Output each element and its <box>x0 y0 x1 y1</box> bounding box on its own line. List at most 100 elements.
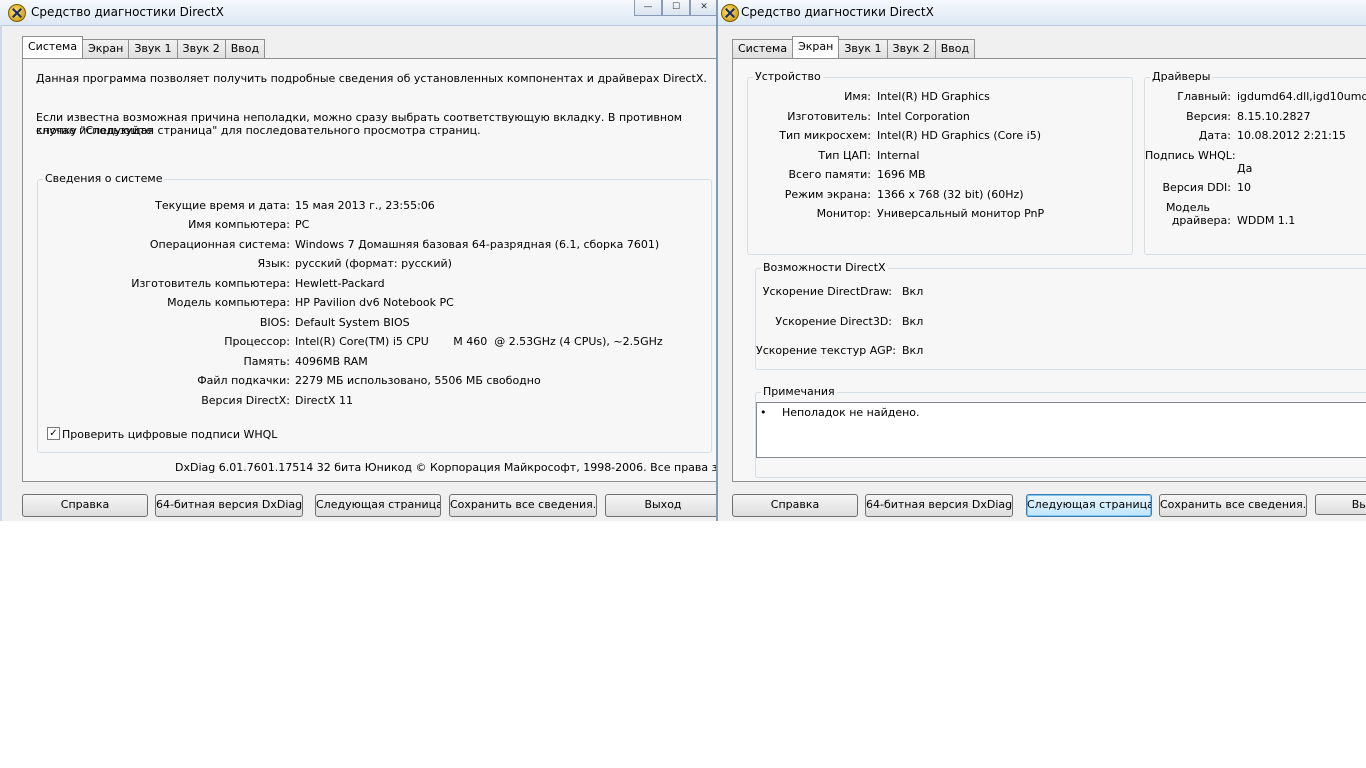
tab-system[interactable]: Система <box>732 39 794 58</box>
group-title: Устройство <box>753 70 823 83</box>
dxdiag-window-right: Средство диагностики DirectX Система Экр… <box>717 0 1366 521</box>
info-label: Версия DirectX: <box>201 394 290 407</box>
device-label: Режим экрана: <box>784 188 871 201</box>
directx-icon <box>721 4 739 22</box>
feature-label: Ускорение Direct3D: <box>775 315 892 328</box>
group-title: Сведения о системе <box>43 172 165 185</box>
64bit-dxdiag-button[interactable]: 64-битная версия DxDiag <box>155 494 303 517</box>
info-label: BIOS: <box>259 316 290 329</box>
driver-label: драйвера: <box>1171 214 1231 227</box>
driver-label: Главный: <box>1177 90 1231 103</box>
info-label: Текущие время и дата: <box>155 199 290 212</box>
tab-sound-2[interactable]: Звук 2 <box>886 39 936 58</box>
driver-value: WDDM 1.1 <box>1237 214 1296 227</box>
driver-label: Подпись WHQL: <box>1145 149 1236 162</box>
dxdiag-window-left: Средство диагностики DirectX — ☐ ✕ Систе… <box>0 0 717 521</box>
device-value: 1696 MB <box>877 168 926 181</box>
notes-text: Неполадок не найдено. <box>782 406 920 419</box>
info-label: Язык: <box>257 257 290 270</box>
info-label: Операционная система: <box>149 238 290 251</box>
driver-value: 10.08.2012 2:21:15 <box>1237 129 1346 142</box>
next-page-button[interactable]: Следующая страница <box>315 494 441 517</box>
directx-features-group: Возможности DirectX Ускорение DirectDraw… <box>755 261 1366 370</box>
driver-label: Версия: <box>1186 110 1231 123</box>
info-value: Intel(R) Core(TM) i5 CPU M 460 @ 2.53GHz… <box>295 335 663 348</box>
next-page-button[interactable]: Следующая страница <box>1026 494 1152 517</box>
info-label: Память: <box>243 355 290 368</box>
driver-label: Дата: <box>1198 129 1231 142</box>
intro-text: кнопку "Следующая страница" для последов… <box>36 124 481 137</box>
group-title: Примечания <box>761 385 837 398</box>
tab-sound-1[interactable]: Звук 1 <box>838 39 888 58</box>
tab-sound-1[interactable]: Звук 1 <box>128 39 178 58</box>
info-value: Windows 7 Домашняя базовая 64-разрядная … <box>295 238 660 251</box>
tab-input[interactable]: Ввод <box>224 39 266 58</box>
tab-panel: Устройство Имя: Intel(R) HD Graphics Изго… <box>732 58 1366 482</box>
intro-text: Данная программа позволяет получить подр… <box>36 72 707 85</box>
exit-button[interactable]: Выход <box>605 494 716 517</box>
driver-label: Модель <box>1165 201 1211 214</box>
title-bar[interactable]: Средство диагностики DirectX <box>718 0 1366 26</box>
driver-value: 10 <box>1237 181 1251 194</box>
feature-value: Вкл <box>902 285 924 298</box>
info-value: русский (формат: русский) <box>295 257 452 270</box>
whql-checkbox-label[interactable]: Проверить цифровые подписи WHQL <box>62 428 277 442</box>
help-button[interactable]: Справка <box>732 494 858 517</box>
driver-value: igdumd64.dll,igd10umd64.d <box>1237 90 1366 103</box>
window-edge <box>0 25 2 521</box>
notes-textbox[interactable]: • Неполадок не найдено. <box>756 402 1366 458</box>
device-value: Intel Corporation <box>877 110 970 123</box>
info-value: 4096MB RAM <box>295 355 368 368</box>
info-value: Default System BIOS <box>295 316 410 329</box>
device-group: Устройство Имя: Intel(R) HD Graphics Изго… <box>747 70 1133 255</box>
device-label: Имя: <box>844 90 871 103</box>
group-title: Возможности DirectX <box>761 261 888 274</box>
info-value: 2279 МБ использовано, 5506 МБ свободно <box>295 374 541 387</box>
close-icon[interactable]: ✕ <box>690 0 716 16</box>
exit-button[interactable]: Вы <box>1315 494 1366 515</box>
group-title: Драйверы <box>1150 70 1213 83</box>
system-info-group: Сведения о системе Текущие время и дата:… <box>37 172 712 453</box>
device-value: 1366 x 768 (32 bit) (60Hz) <box>877 188 1024 201</box>
driver-label: Версия DDI: <box>1162 181 1232 194</box>
info-value: PC <box>295 218 310 231</box>
window-title: Средство диагностики DirectX <box>31 5 224 19</box>
tab-input[interactable]: Ввод <box>934 39 976 58</box>
tab-display[interactable]: Экран <box>82 39 130 58</box>
whql-checkbox[interactable]: ✓ <box>47 427 60 440</box>
device-label: Всего памяти: <box>788 168 871 181</box>
64bit-dxdiag-button[interactable]: 64-битная версия DxDiag <box>865 494 1013 517</box>
drivers-group: Драйверы Главный: igdumd64.dll,igd10umd64… <box>1144 70 1366 255</box>
info-label: Процессор: <box>224 335 290 348</box>
tab-sound-2[interactable]: Звук 2 <box>176 39 226 58</box>
info-label: Модель компьютера: <box>167 296 290 309</box>
tab-panel: Данная программа позволяет получить подр… <box>22 58 717 482</box>
feature-label: Ускорение текстур AGP: <box>756 344 896 357</box>
info-value: Hewlett-Packard <box>295 277 385 290</box>
info-value: HP Pavilion dv6 Notebook PC <box>295 296 454 309</box>
driver-value: 8.15.10.2827 <box>1237 110 1311 123</box>
notes-group: Примечания • Неполадок не найдено. <box>755 385 1366 478</box>
tab-display[interactable]: Экран <box>792 36 840 58</box>
title-bar[interactable]: Средство диагностики DirectX — ☐ ✕ <box>0 0 716 26</box>
info-value: DirectX 11 <box>295 394 353 407</box>
save-all-button[interactable]: Сохранить все сведения... <box>449 494 597 517</box>
feature-value: Вкл <box>902 344 924 357</box>
device-value: Intel(R) HD Graphics <box>877 90 990 103</box>
footer-copyright: DxDiag 6.01.7601.17514 32 бита Юникод © … <box>175 461 717 474</box>
notes-bullet: • <box>760 406 767 419</box>
feature-value: Вкл <box>902 315 924 328</box>
save-all-button[interactable]: Сохранить все сведения... <box>1159 494 1307 517</box>
device-value: Internal <box>877 149 920 162</box>
help-button[interactable]: Справка <box>22 494 148 517</box>
info-label: Файл подкачки: <box>197 374 290 387</box>
minimize-icon[interactable]: — <box>634 0 662 16</box>
device-value: Intel(R) HD Graphics (Core i5) <box>877 129 1041 142</box>
feature-label: Ускорение DirectDraw: <box>762 285 892 298</box>
directx-icon <box>8 4 26 22</box>
info-label: Имя компьютера: <box>188 218 290 231</box>
maximize-icon[interactable]: ☐ <box>662 0 690 16</box>
device-label: Монитор: <box>816 207 871 220</box>
device-label: Изготовитель: <box>787 110 871 123</box>
tab-system[interactable]: Система <box>22 36 84 58</box>
